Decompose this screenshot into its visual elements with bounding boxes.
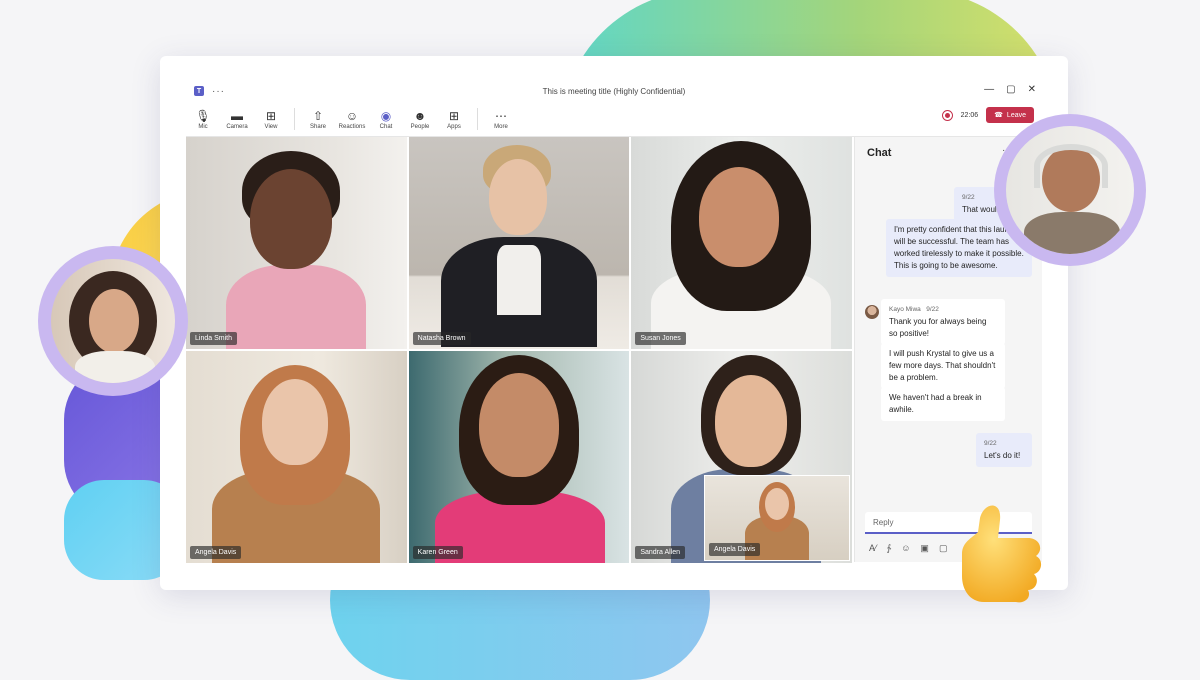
participant-video xyxy=(250,169,332,269)
recording-icon xyxy=(941,109,953,121)
format-icon[interactable]: A⁄ xyxy=(869,543,877,554)
title-bar: T ··· This is meeting title (Highly Conf… xyxy=(186,80,1042,102)
teams-window: T ··· This is meeting title (Highly Conf… xyxy=(160,56,1068,590)
chat-message: Kayo Miwa 9/22 Thank you for always bein… xyxy=(881,299,1005,345)
self-view-video[interactable]: Angela Davis xyxy=(704,475,850,561)
view-button[interactable]: ⊞ View xyxy=(254,104,288,134)
maximize-icon[interactable]: ▢ xyxy=(1006,84,1015,95)
camera-icon: ▬ xyxy=(231,108,243,123)
participant-name: Angela Davis xyxy=(190,546,242,559)
floating-avatar xyxy=(994,114,1146,266)
video-tile[interactable]: Susan Jones xyxy=(631,137,852,349)
gif-icon[interactable]: ▣ xyxy=(920,543,929,554)
participant-video xyxy=(496,245,541,315)
more-icon: ⋯ xyxy=(495,108,507,123)
participant-name: Karen Green xyxy=(412,546,463,559)
chat-title: Chat xyxy=(867,147,892,159)
participant-video xyxy=(715,375,788,467)
chat-button[interactable]: ◉ Chat xyxy=(369,104,403,134)
video-tile[interactable]: Angela Davis xyxy=(186,351,407,563)
floating-avatar xyxy=(38,246,188,396)
minimize-icon[interactable]: — xyxy=(984,84,994,95)
apps-icon: ⊞ xyxy=(448,108,460,123)
thumbs-up-icon xyxy=(962,505,1042,603)
compose-toolbar: A⁄ ∱ ☺ ▣ ▢ xyxy=(869,543,947,554)
leave-button[interactable]: ☎ Leave xyxy=(986,107,1034,123)
video-tile[interactable]: Linda Smith xyxy=(186,137,407,349)
mic-icon: 🎙 xyxy=(195,108,211,123)
chat-message: We haven't had a break in awhile. xyxy=(881,387,1005,421)
participant-video xyxy=(488,159,547,235)
participant-name: Natasha Brown xyxy=(412,332,471,345)
video-tile[interactable]: Sandra Allen Angela Davis xyxy=(631,351,852,563)
apps-button[interactable]: ⊞ Apps xyxy=(437,104,471,134)
participant-video xyxy=(765,488,789,520)
share-icon: ⇧ xyxy=(312,108,324,123)
emoji-icon[interactable]: ☺ xyxy=(901,543,910,554)
camera-button[interactable]: ▬ Camera xyxy=(220,104,254,134)
participant-name: Susan Jones xyxy=(635,332,686,345)
people-icon: ☻ xyxy=(413,108,427,123)
video-grid: Linda Smith Natasha Brown Susan Jones An… xyxy=(186,137,852,563)
video-tile[interactable]: Natasha Brown xyxy=(408,137,630,349)
share-button[interactable]: ⇧ Share xyxy=(301,104,335,134)
people-button[interactable]: ☻ People xyxy=(403,104,437,134)
meeting-toolbar: 🎙 Mic ▬ Camera ⊞ View ⇧ Share ☺ Reaction… xyxy=(186,102,1042,137)
toolbar-divider xyxy=(477,108,478,130)
sticker-icon[interactable]: ▢ xyxy=(939,543,948,554)
participant-name: Angela Davis xyxy=(709,543,761,556)
chat-message: I will push Krystal to give us a few mor… xyxy=(881,343,1005,389)
reactions-icon: ☺ xyxy=(345,108,359,123)
meeting-window: T ··· This is meeting title (Highly Conf… xyxy=(186,80,1042,563)
participant-name: Sandra Allen xyxy=(635,546,686,559)
mic-button[interactable]: 🎙 Mic xyxy=(186,104,220,134)
grid-icon: ⊞ xyxy=(265,108,277,123)
meeting-title: This is meeting title (Highly Confidenti… xyxy=(542,87,686,96)
participant-name: Linda Smith xyxy=(190,332,237,345)
phone-hangup-icon: ☎ xyxy=(994,112,1003,119)
participant-video xyxy=(262,379,328,465)
chat-icon: ◉ xyxy=(380,108,392,123)
meeting-timer: 22:06 xyxy=(960,111,979,119)
chat-message: 9/22 Let's do it! xyxy=(976,433,1032,467)
close-icon[interactable]: ✕ xyxy=(1028,84,1036,95)
reactions-button[interactable]: ☺ Reactions xyxy=(335,104,369,134)
toolbar-divider xyxy=(294,108,295,130)
participant-video xyxy=(226,265,366,349)
participant-video xyxy=(478,373,559,477)
more-button[interactable]: ⋯ More xyxy=(484,104,518,134)
participant-video xyxy=(699,167,780,267)
avatar xyxy=(865,305,879,319)
avatar xyxy=(1006,126,1134,254)
video-tile[interactable]: Karen Green xyxy=(408,351,630,563)
avatar xyxy=(51,259,175,383)
attach-icon[interactable]: ∱ xyxy=(887,543,892,554)
